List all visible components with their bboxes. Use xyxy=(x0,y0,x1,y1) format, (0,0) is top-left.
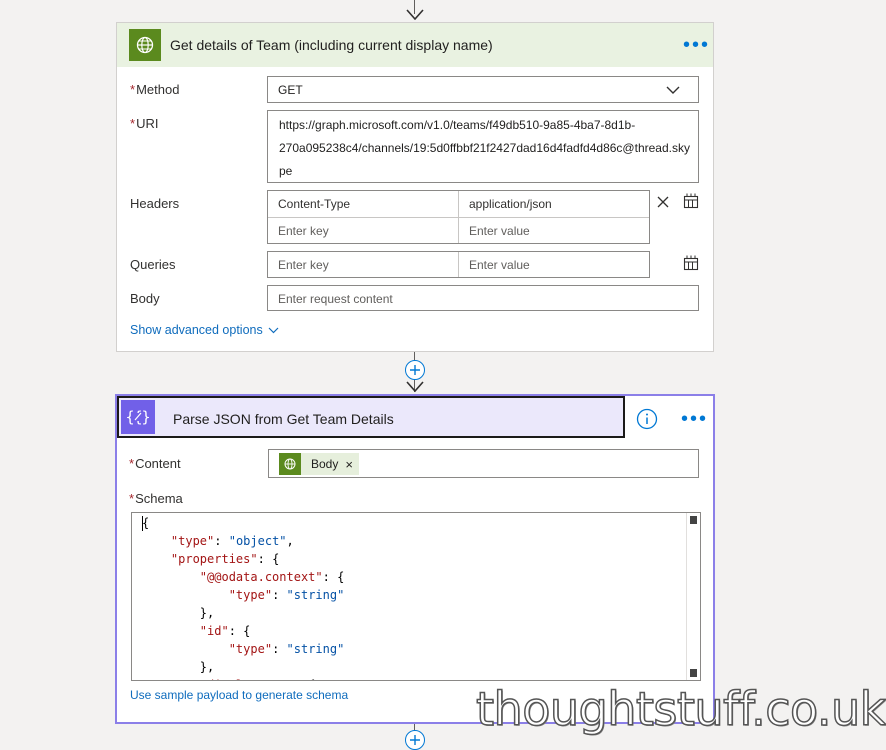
plus-icon xyxy=(410,735,420,745)
body-token-label: Body xyxy=(311,457,339,471)
braces-icon: { } { xyxy=(121,400,155,434)
chevron-down-icon xyxy=(666,86,680,94)
parse-json-title: Parse JSON from Get Team Details xyxy=(173,411,394,427)
svg-text:}: } xyxy=(141,408,151,426)
remove-token-icon[interactable]: × xyxy=(345,457,353,472)
code-line: "type": "object", xyxy=(170,534,294,548)
show-advanced-options-label: Show advanced options xyxy=(130,323,263,337)
generate-schema-link[interactable]: Use sample payload to generate schema xyxy=(130,688,348,702)
queries-table: Enter key Enter value xyxy=(267,251,650,278)
arrow-down-icon xyxy=(406,377,424,393)
method-label: *Method xyxy=(130,82,180,97)
method-value: GET xyxy=(278,83,303,97)
query-value-input[interactable]: Enter value xyxy=(469,258,530,272)
scrollbar-thumb-bottom xyxy=(690,669,697,677)
queries-label: Queries xyxy=(130,257,176,272)
parse-json-header[interactable]: { } { Parse JSON from Get Team Details xyxy=(117,396,625,438)
body-token[interactable]: Body × xyxy=(279,453,359,475)
schema-editor[interactable]: "displayName": { }, "type": "string" "id… xyxy=(131,512,701,681)
code-line: "displayName": { xyxy=(142,678,316,680)
headers-label: Headers xyxy=(130,196,180,211)
header-key-cell[interactable]: Content-Type xyxy=(278,197,350,211)
content-input[interactable]: Body × xyxy=(268,449,699,478)
uri-label: *URI xyxy=(130,116,159,131)
query-key-input[interactable]: Enter key xyxy=(278,258,329,272)
uri-field[interactable]: https://graph.microsoft.com/v1.0/teams/f… xyxy=(267,110,699,183)
code-line: "type": "string" xyxy=(228,642,345,656)
code-line: }, xyxy=(142,660,215,674)
uri-line: 270a095238c4/channels/19:5d0ffbbf21f2427… xyxy=(279,141,690,155)
text-mode-switch-icon[interactable] xyxy=(683,193,699,209)
insert-step-button[interactable] xyxy=(405,730,425,750)
http-globe-icon xyxy=(279,453,301,475)
code-line: "id": { xyxy=(199,624,251,638)
content-label: *Content xyxy=(129,456,181,471)
header-value-input[interactable]: Enter value xyxy=(469,224,530,238)
show-advanced-options-link[interactable]: Show advanced options xyxy=(130,323,279,337)
method-dropdown[interactable]: GET xyxy=(267,76,699,103)
scrollbar-thumb[interactable] xyxy=(690,516,697,524)
body-label: Body xyxy=(130,291,160,306)
schema-label: *Schema xyxy=(129,491,183,506)
http-action-title: Get details of Team (including current d… xyxy=(170,37,493,53)
svg-text:{: { xyxy=(125,408,135,426)
more-options-icon[interactable]: ••• xyxy=(681,409,708,429)
close-icon[interactable] xyxy=(657,196,669,208)
text-cursor xyxy=(142,516,143,531)
http-action-header[interactable]: Get details of Team (including current d… xyxy=(117,23,713,67)
code-line: "type": "string" xyxy=(228,588,345,602)
chevron-down-icon xyxy=(268,327,279,334)
info-icon[interactable] xyxy=(636,408,658,430)
watermark: thoughtstuff.co.uk xyxy=(475,682,886,736)
header-value-cell[interactable]: application/json xyxy=(469,197,552,211)
editor-scrollbar[interactable] xyxy=(686,513,700,680)
uri-line: pe xyxy=(279,164,293,178)
code-line: { xyxy=(142,516,150,530)
code-line: "properties": { xyxy=(170,552,280,566)
header-key-input[interactable]: Enter key xyxy=(278,224,329,238)
code-line: }, xyxy=(142,606,215,620)
more-options-icon[interactable]: ••• xyxy=(683,35,710,55)
body-input[interactable]: Enter request content xyxy=(267,285,699,311)
http-action-card: Get details of Team (including current d… xyxy=(116,22,714,352)
uri-line: https://graph.microsoft.com/v1.0/teams/f… xyxy=(279,118,636,132)
http-globe-icon xyxy=(129,29,161,61)
code-line: "@@odata.context": { xyxy=(199,570,345,584)
text-mode-switch-icon[interactable] xyxy=(683,255,699,271)
body-placeholder: Enter request content xyxy=(278,292,393,306)
headers-table: Content-Type application/json Enter key … xyxy=(267,190,650,244)
parse-json-card: { } { Parse JSON from Get Team Details •… xyxy=(115,394,715,724)
arrow-down-icon xyxy=(406,4,424,20)
